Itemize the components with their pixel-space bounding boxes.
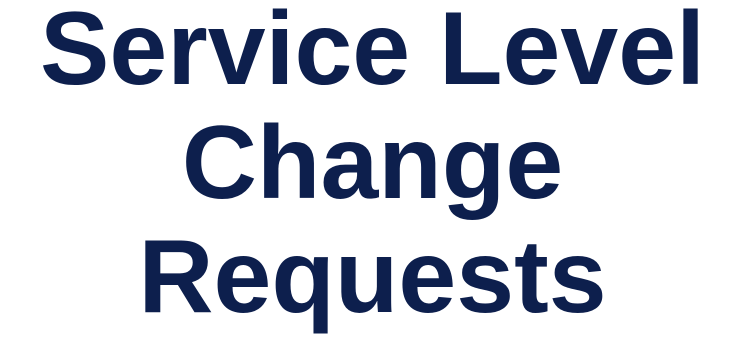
slide-canvas: Service Level Change Requests <box>0 0 745 352</box>
title-line-2: Change <box>181 105 564 221</box>
title-line-1: Service Level <box>40 0 705 107</box>
title-line-3: Requests <box>138 219 607 335</box>
